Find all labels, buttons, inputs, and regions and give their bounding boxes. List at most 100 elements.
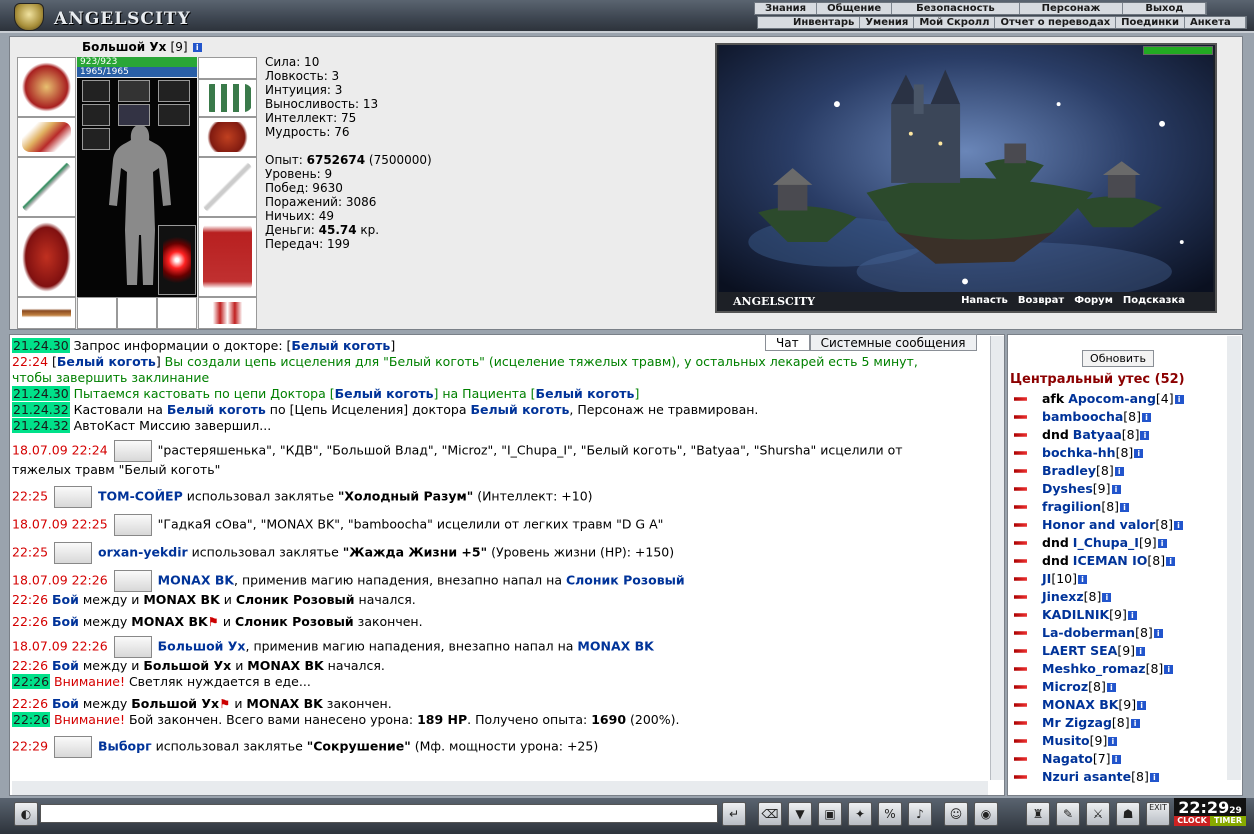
- private-message-icon[interactable]: [1014, 573, 1036, 585]
- user-list-item[interactable]: JI [10] i: [1014, 570, 1224, 588]
- info-icon[interactable]: i: [1111, 484, 1121, 494]
- info-icon[interactable]: i: [192, 43, 202, 52]
- refresh-button[interactable]: Обновить: [1082, 350, 1154, 367]
- private-message-icon[interactable]: [1014, 393, 1036, 405]
- private-message-icon[interactable]: [1014, 591, 1036, 603]
- private-message-icon[interactable]: [1014, 681, 1036, 693]
- user-list-item[interactable]: Dyshes [9] i: [1014, 480, 1224, 498]
- private-message-icon[interactable]: [1014, 483, 1036, 495]
- info-icon[interactable]: i: [1111, 754, 1121, 764]
- submenu-transfer-report[interactable]: Отчет о переводах: [995, 17, 1117, 28]
- map-icon[interactable]: ✎: [1056, 802, 1080, 826]
- user-name[interactable]: La-doberman: [1042, 624, 1135, 642]
- private-message-icon[interactable]: [1014, 537, 1036, 549]
- user-name[interactable]: fragilion: [1042, 498, 1101, 516]
- info-icon[interactable]: i: [1077, 574, 1087, 584]
- submenu-inventory[interactable]: Инвентарь: [758, 17, 861, 28]
- earring-slot[interactable]: [198, 57, 257, 79]
- user-list-item[interactable]: LAERT SEA [9] i: [1014, 642, 1224, 660]
- user-name[interactable]: Microz: [1042, 678, 1088, 696]
- user-list-item[interactable]: dnd Batyaa [8] i: [1014, 426, 1224, 444]
- user-name[interactable]: LAERT SEA: [1042, 642, 1117, 660]
- info-icon[interactable]: i: [1140, 430, 1150, 440]
- chat-mode-icon[interactable]: ◉: [974, 802, 998, 826]
- walk-icon[interactable]: ✦: [848, 802, 872, 826]
- chat-input[interactable]: [40, 804, 718, 823]
- speaker-icon[interactable]: ◐: [14, 802, 38, 826]
- user-list-item[interactable]: Honor and valor [8] i: [1014, 516, 1224, 534]
- rune-slot-2[interactable]: [117, 297, 157, 329]
- user-list-item[interactable]: Nzuri asante [8] i: [1014, 768, 1224, 786]
- info-icon[interactable]: i: [1157, 538, 1167, 548]
- user-list-item[interactable]: Microz [8] i: [1014, 678, 1224, 696]
- private-message-icon[interactable]: [1014, 699, 1036, 711]
- gloves-slot[interactable]: [198, 117, 257, 157]
- smiley-icon[interactable]: ☺: [944, 802, 968, 826]
- private-message-icon[interactable]: [1014, 771, 1036, 783]
- eraser-icon[interactable]: ⌫: [758, 802, 782, 826]
- save-icon[interactable]: ▣: [818, 802, 842, 826]
- chat-scrollbar[interactable]: [990, 336, 1004, 780]
- info-icon[interactable]: i: [1130, 718, 1140, 728]
- bracer-slot[interactable]: [17, 117, 76, 157]
- user-list-item[interactable]: dnd ICEMAN IO [8] i: [1014, 552, 1224, 570]
- user-name[interactable]: Apocom-ang: [1068, 390, 1156, 408]
- hint-link[interactable]: Подсказка: [1123, 295, 1185, 306]
- user-list-item[interactable]: MONAX BK [9] i: [1014, 696, 1224, 714]
- menu-znaniya[interactable]: Знания: [755, 3, 818, 14]
- filter-icon[interactable]: ▼: [788, 802, 812, 826]
- user-list-item[interactable]: Mr Zigzag [8] i: [1014, 714, 1224, 732]
- users-scrollbar[interactable]: [1227, 336, 1241, 780]
- private-message-icon[interactable]: [1014, 519, 1036, 531]
- user-name[interactable]: Jinexz: [1042, 588, 1084, 606]
- private-message-icon[interactable]: [1014, 627, 1036, 639]
- user-name[interactable]: ICEMAN IO: [1073, 552, 1148, 570]
- user-name[interactable]: bamboocha: [1042, 408, 1123, 426]
- private-message-icon[interactable]: [1014, 411, 1036, 423]
- submenu-my-scroll[interactable]: Мой Скролл: [914, 17, 996, 28]
- exit-icon[interactable]: EXIT: [1146, 802, 1170, 826]
- armor-slot[interactable]: [17, 217, 76, 297]
- send-icon[interactable]: ↵: [722, 802, 746, 826]
- info-icon[interactable]: i: [1136, 646, 1146, 656]
- necklace-slot[interactable]: [198, 79, 257, 117]
- info-icon[interactable]: i: [1164, 664, 1174, 674]
- translit-icon[interactable]: %: [878, 802, 902, 826]
- submenu-duels[interactable]: Поединки: [1116, 17, 1185, 28]
- user-name[interactable]: KADILNIK: [1042, 606, 1109, 624]
- amulet-slot[interactable]: [158, 225, 196, 295]
- user-name[interactable]: Nagato: [1042, 750, 1093, 768]
- chat-hscrollbar[interactable]: [12, 781, 988, 795]
- forum-link[interactable]: Форум: [1074, 295, 1113, 306]
- private-message-icon[interactable]: [1014, 663, 1036, 675]
- user-name[interactable]: Honor and valor: [1042, 516, 1155, 534]
- menu-bezopasnost[interactable]: Безопасность: [892, 3, 1020, 14]
- offhand-slot[interactable]: [198, 157, 257, 217]
- menu-personazh[interactable]: Персонаж: [1020, 3, 1124, 14]
- user-name[interactable]: Mr Zigzag: [1042, 714, 1112, 732]
- private-message-icon[interactable]: [1014, 447, 1036, 459]
- info-icon[interactable]: i: [1174, 394, 1184, 404]
- inventory-icon[interactable]: ♜: [1026, 802, 1050, 826]
- info-icon[interactable]: i: [1127, 610, 1137, 620]
- user-list-item[interactable]: fragilion [8] i: [1014, 498, 1224, 516]
- user-name[interactable]: Meshko_romaz: [1042, 660, 1146, 678]
- user-list-item[interactable]: Musito [9] i: [1014, 732, 1224, 750]
- info-icon[interactable]: i: [1120, 502, 1130, 512]
- user-list-item[interactable]: afk Apocom-ang [4] i: [1014, 390, 1224, 408]
- private-message-icon[interactable]: [1014, 645, 1036, 657]
- info-icon[interactable]: i: [1166, 556, 1176, 566]
- ring-slot-7[interactable]: [82, 128, 110, 150]
- user-list-item[interactable]: Nagato [7] i: [1014, 750, 1224, 768]
- user-name[interactable]: MONAX BK: [1042, 696, 1118, 714]
- user-name[interactable]: Musito: [1042, 732, 1090, 750]
- ring-slot-2[interactable]: [118, 80, 150, 102]
- user-name[interactable]: Bradley: [1042, 462, 1096, 480]
- sound-icon[interactable]: ♪: [908, 802, 932, 826]
- submenu-skills[interactable]: Умения: [860, 17, 915, 28]
- return-link[interactable]: Возврат: [1018, 295, 1064, 306]
- user-list-item[interactable]: bamboocha [8] i: [1014, 408, 1224, 426]
- info-icon[interactable]: i: [1153, 628, 1163, 638]
- boots-slot[interactable]: [198, 297, 257, 329]
- menu-obshchenie[interactable]: Общение: [817, 3, 893, 14]
